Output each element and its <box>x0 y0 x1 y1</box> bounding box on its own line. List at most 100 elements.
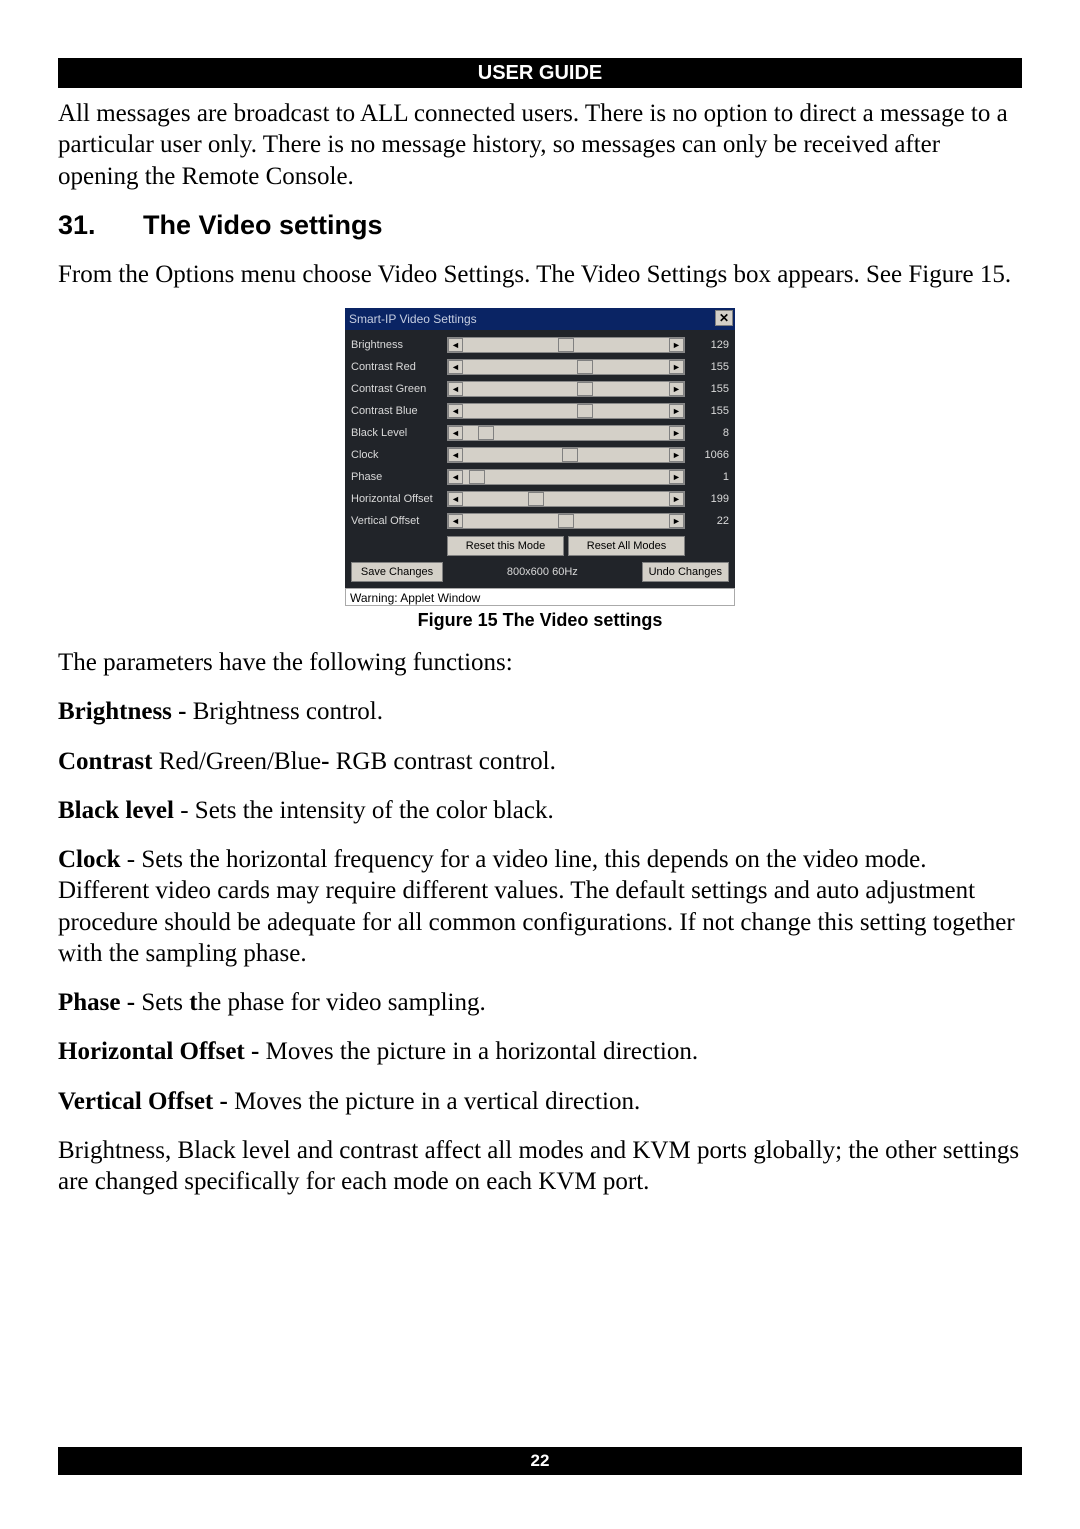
slider-value: 199 <box>689 493 729 505</box>
dash: - <box>321 748 336 775</box>
text: RGB contrast control. <box>336 748 556 775</box>
arrow-right-icon[interactable]: ► <box>669 492 684 506</box>
label: Brightness - <box>58 698 193 725</box>
arrow-left-icon[interactable]: ◄ <box>448 492 463 506</box>
slider-value: 22 <box>689 515 729 527</box>
arrow-left-icon[interactable]: ◄ <box>448 338 463 352</box>
param-hoffset: Horizontal Offset - Moves the picture in… <box>58 1036 1022 1067</box>
label: Black level <box>58 797 174 824</box>
scroll-thumb[interactable] <box>558 338 574 352</box>
arrow-left-icon[interactable]: ◄ <box>448 360 463 374</box>
slider-value: 129 <box>689 339 729 351</box>
scrollbar[interactable]: ◄► <box>447 381 685 397</box>
label: Vertical Offset - <box>58 1088 234 1115</box>
text2: he phase for video sampling. <box>198 989 486 1016</box>
footer-bar: 22 <box>58 1447 1022 1475</box>
param-voffset: Vertical Offset - Moves the picture in a… <box>58 1086 1022 1117</box>
arrow-right-icon[interactable]: ► <box>669 382 684 396</box>
arrow-left-icon[interactable]: ◄ <box>448 382 463 396</box>
reset-all-modes-button[interactable]: Reset All Modes <box>568 536 685 556</box>
arrow-left-icon[interactable]: ◄ <box>448 514 463 528</box>
slider-row: Vertical Offset◄►22 <box>351 510 729 532</box>
figure-caption: Figure 15 The Video settings <box>58 610 1022 631</box>
slider-label: Contrast Green <box>351 383 443 395</box>
arrow-right-icon[interactable]: ► <box>669 404 684 418</box>
undo-changes-button[interactable]: Undo Changes <box>642 562 729 582</box>
slider-value: 155 <box>689 383 729 395</box>
slider-row: Phase◄►1 <box>351 466 729 488</box>
param-brightness: Brightness - Brightness control. <box>58 696 1022 727</box>
text: - Sets the horizontal frequency for a vi… <box>58 846 1015 967</box>
scroll-thumb[interactable] <box>577 360 593 374</box>
scrollbar[interactable]: ◄► <box>447 447 685 463</box>
arrow-right-icon[interactable]: ► <box>669 360 684 374</box>
save-row: Save Changes 800x600 60Hz Undo Changes <box>351 560 729 584</box>
header-title: USER GUIDE <box>478 62 602 84</box>
slider-label: Clock <box>351 449 443 461</box>
scroll-thumb[interactable] <box>562 448 578 462</box>
slider-label: Contrast Blue <box>351 405 443 417</box>
text: - Sets the intensity of the color black. <box>174 797 554 824</box>
slider-row: Brightness◄►129 <box>351 334 729 356</box>
text1: Sets <box>141 989 189 1016</box>
scrollbar[interactable]: ◄► <box>447 359 685 375</box>
status-bar: Warning: Applet Window <box>345 588 735 606</box>
param-clock: Clock - Sets the horizontal frequency fo… <box>58 844 1022 969</box>
text: Moves the picture in a horizontal direct… <box>266 1038 699 1065</box>
slider-value: 1 <box>689 471 729 483</box>
section-heading: 31.The Video settings <box>58 210 1022 241</box>
scroll-thumb[interactable] <box>469 470 485 484</box>
params-intro: The parameters have the following functi… <box>58 647 1022 678</box>
arrow-left-icon[interactable]: ◄ <box>448 448 463 462</box>
arrow-right-icon[interactable]: ► <box>669 514 684 528</box>
arrow-left-icon[interactable]: ◄ <box>448 404 463 418</box>
scroll-thumb[interactable] <box>577 404 593 418</box>
scrollbar[interactable]: ◄► <box>447 403 685 419</box>
text: Moves the picture in a vertical directio… <box>234 1088 640 1115</box>
reset-row: Reset this Mode Reset All Modes <box>351 534 729 558</box>
arrow-right-icon[interactable]: ► <box>669 470 684 484</box>
window-title: Smart-IP Video Settings <box>349 312 477 326</box>
scrollbar[interactable]: ◄► <box>447 491 685 507</box>
slider-value: 155 <box>689 361 729 373</box>
titlebar[interactable]: Smart-IP Video Settings ✕ <box>345 308 735 330</box>
label: Horizontal Offset - <box>58 1038 266 1065</box>
closing-paragraph: Brightness, Black level and contrast aff… <box>58 1135 1022 1198</box>
text: Brightness control. <box>193 698 383 725</box>
scrollbar[interactable]: ◄► <box>447 513 685 529</box>
arrow-left-icon[interactable]: ◄ <box>448 426 463 440</box>
arrow-right-icon[interactable]: ► <box>669 338 684 352</box>
page-number: 22 <box>531 1451 550 1470</box>
intro-paragraph: All messages are broadcast to ALL connec… <box>58 98 1022 192</box>
save-changes-button[interactable]: Save Changes <box>351 562 443 582</box>
section-number: 31. <box>58 210 143 241</box>
arrow-right-icon[interactable]: ► <box>669 426 684 440</box>
resolution-text: 800x600 60Hz <box>447 566 638 578</box>
scroll-thumb[interactable] <box>558 514 574 528</box>
t: t <box>189 989 197 1016</box>
scrollbar[interactable]: ◄► <box>447 469 685 485</box>
slider-value: 1066 <box>689 449 729 461</box>
scroll-thumb[interactable] <box>577 382 593 396</box>
slider-row: Horizontal Offset◄►199 <box>351 488 729 510</box>
section-title: The Video settings <box>143 210 383 240</box>
close-icon[interactable]: ✕ <box>715 310 733 326</box>
arrow-left-icon[interactable]: ◄ <box>448 470 463 484</box>
reset-this-mode-button[interactable]: Reset this Mode <box>447 536 564 556</box>
mid: Red/Green/Blue <box>152 748 321 775</box>
slider-label: Phase <box>351 471 443 483</box>
label: Clock <box>58 846 121 873</box>
scroll-thumb[interactable] <box>528 492 544 506</box>
slider-label: Black Level <box>351 427 443 439</box>
slider-label: Vertical Offset <box>351 515 443 527</box>
label: Contrast <box>58 748 152 775</box>
slider-label: Contrast Red <box>351 361 443 373</box>
header-bar: USER GUIDE <box>58 58 1022 88</box>
scrollbar[interactable]: ◄► <box>447 337 685 353</box>
scroll-thumb[interactable] <box>478 426 494 440</box>
scrollbar[interactable]: ◄► <box>447 425 685 441</box>
slider-row: Contrast Blue◄►155 <box>351 400 729 422</box>
window-body: Brightness◄►129Contrast Red◄►155Contrast… <box>345 330 735 588</box>
figure-wrap: Smart-IP Video Settings ✕ Brightness◄►12… <box>58 308 1022 631</box>
arrow-right-icon[interactable]: ► <box>669 448 684 462</box>
